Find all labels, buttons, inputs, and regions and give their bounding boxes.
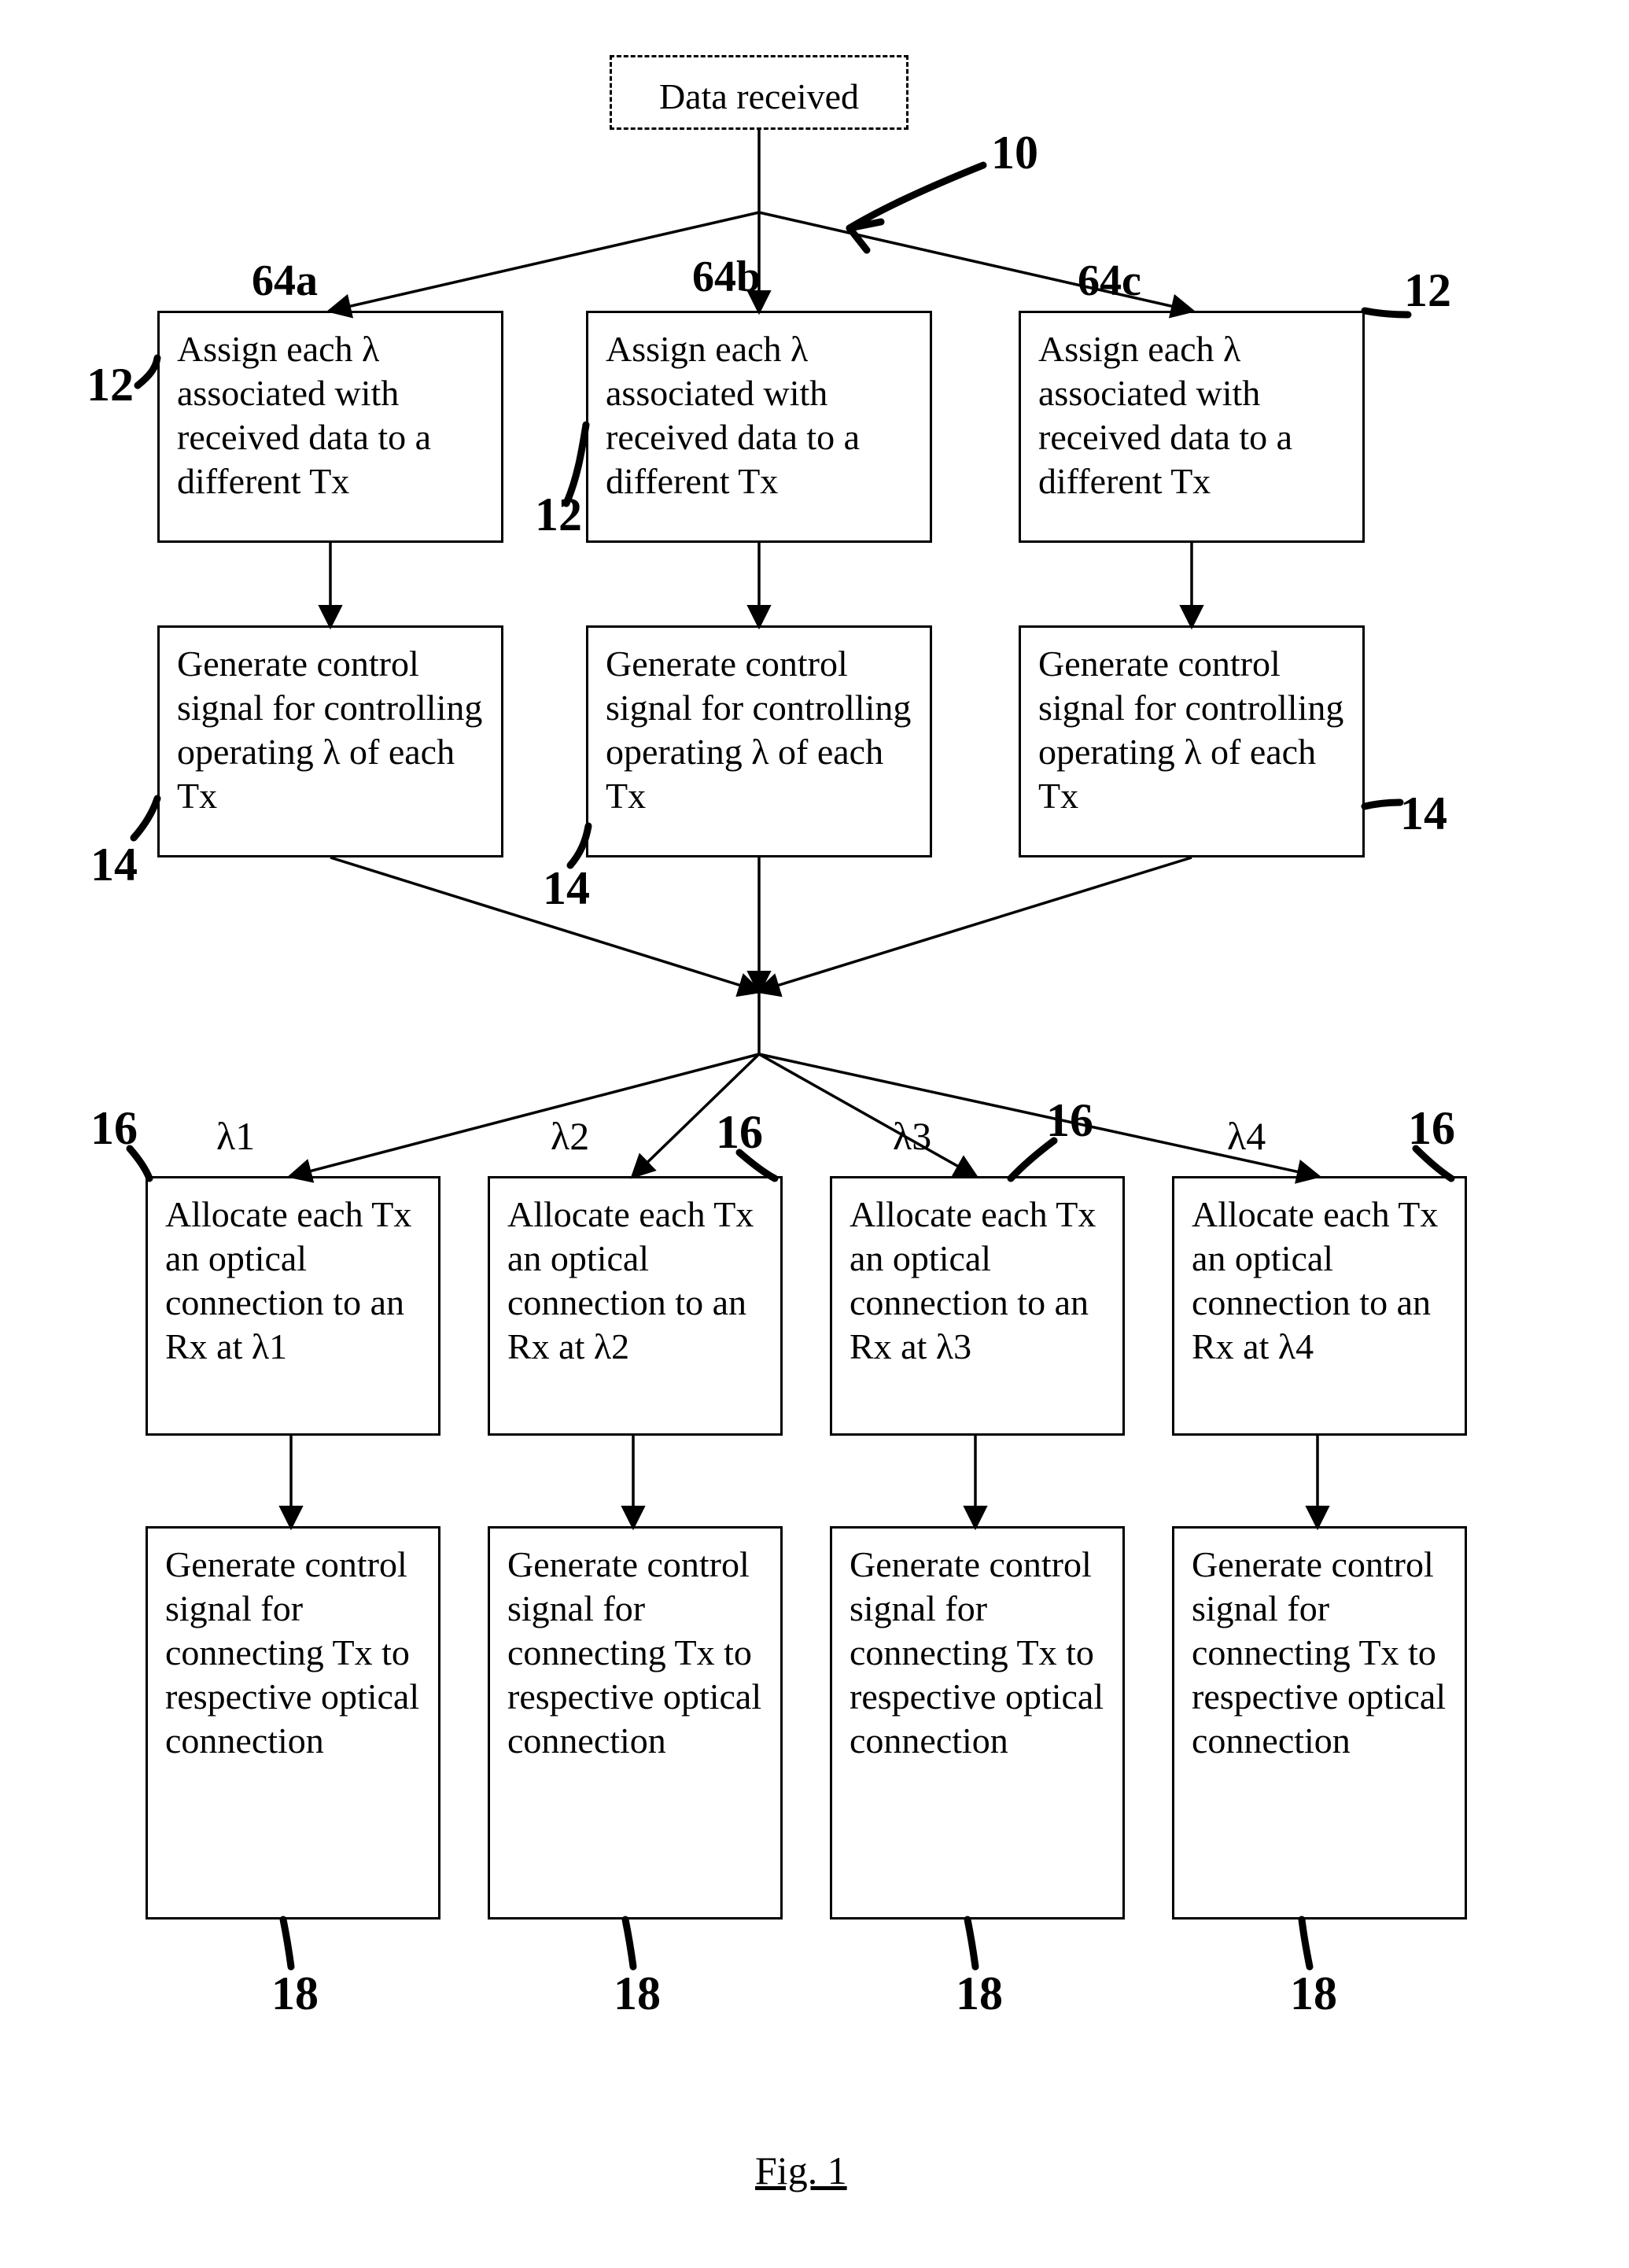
ref-12-mid: 12 xyxy=(535,488,582,542)
ref-16-1: 16 xyxy=(90,1101,138,1156)
row3-box-1: Allocate each Tx an optical connection t… xyxy=(146,1176,440,1436)
diagram-root: Data received 10 64a 64b 64c Assign each… xyxy=(0,0,1629,2268)
ref-18-2: 18 xyxy=(614,1967,661,2021)
figure-caption: Fig. 1 xyxy=(755,2148,847,2193)
row1-box-2: Assign each λ associated with received d… xyxy=(586,311,932,543)
ref-10: 10 xyxy=(991,126,1038,180)
ref-14-right: 14 xyxy=(1400,787,1447,841)
ref-16-4: 16 xyxy=(1408,1101,1455,1156)
lambda-label-2: λ2 xyxy=(551,1113,589,1159)
ref-12-left: 12 xyxy=(87,358,134,412)
hand-label-64a: 64a xyxy=(252,256,318,306)
row4-box-1: Generate control signal for connecting T… xyxy=(146,1526,440,1920)
lambda-label-4: λ4 xyxy=(1227,1113,1266,1159)
row1-box-3: Assign each λ associated with received d… xyxy=(1019,311,1365,543)
ref-18-1: 18 xyxy=(271,1967,319,2021)
row4-box-3: Generate control signal for connecting T… xyxy=(830,1526,1125,1920)
hand-label-64c: 64c xyxy=(1078,256,1141,306)
ref-18-3: 18 xyxy=(956,1967,1003,2021)
lambda-label-1: λ1 xyxy=(216,1113,255,1159)
start-box: Data received xyxy=(610,55,908,130)
ref-16-2: 16 xyxy=(716,1105,763,1160)
row4-box-4: Generate control signal for connecting T… xyxy=(1172,1526,1467,1920)
ref-12-right: 12 xyxy=(1404,264,1451,318)
ref-14-mid: 14 xyxy=(543,861,590,916)
ref-18-4: 18 xyxy=(1290,1967,1337,2021)
row4-box-2: Generate control signal for connecting T… xyxy=(488,1526,783,1920)
row2-box-1: Generate control signal for controlling … xyxy=(157,625,503,857)
lambda-label-3: λ3 xyxy=(893,1113,931,1159)
row3-box-2: Allocate each Tx an optical connection t… xyxy=(488,1176,783,1436)
row1-box-1: Assign each λ associated with received d… xyxy=(157,311,503,543)
ref-16-3: 16 xyxy=(1046,1093,1093,1148)
row3-box-4: Allocate each Tx an optical connection t… xyxy=(1172,1176,1467,1436)
ref-14-left: 14 xyxy=(90,838,138,892)
row2-box-2: Generate control signal for controlling … xyxy=(586,625,932,857)
row3-box-3: Allocate each Tx an optical connection t… xyxy=(830,1176,1125,1436)
hand-label-64b: 64b xyxy=(692,252,761,302)
row2-box-3: Generate control signal for controlling … xyxy=(1019,625,1365,857)
